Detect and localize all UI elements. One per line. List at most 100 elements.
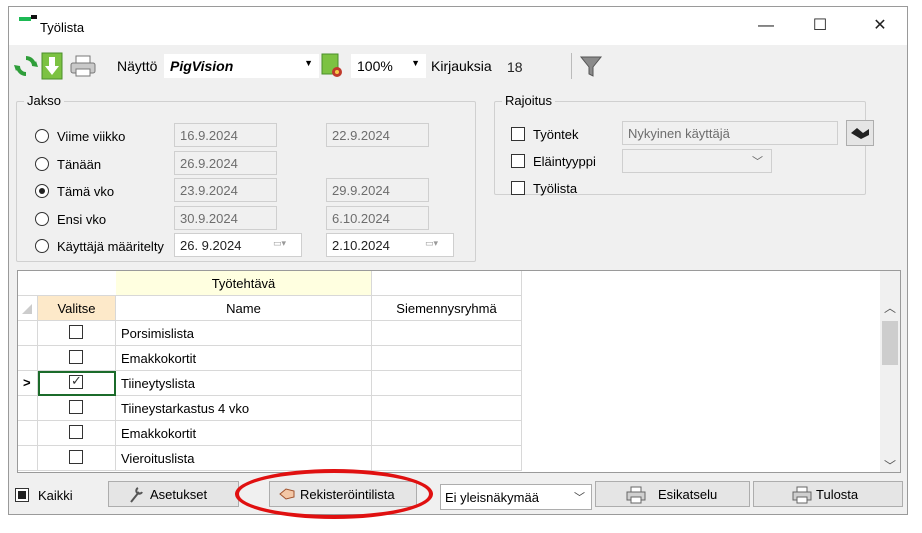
- filter-icon[interactable]: [579, 55, 603, 79]
- kaikki-checkbox[interactable]: [15, 488, 29, 502]
- nakyma-combobox[interactable]: Ei yleisnäkymää ﹀: [440, 484, 592, 510]
- viime-viikko-to: 22.9.2024: [326, 123, 429, 147]
- column-header-name[interactable]: Name: [116, 296, 372, 321]
- tama-vko-from: 23.9.2024: [174, 178, 277, 202]
- rajoitus-title: Rajoitus: [502, 93, 555, 108]
- siemennysryhma-cell[interactable]: [372, 396, 522, 421]
- close-button[interactable]: ✕: [869, 15, 891, 37]
- row-checkbox-checked[interactable]: [69, 373, 83, 389]
- row-checkbox[interactable]: [69, 325, 83, 339]
- group-header-tyotehtava: Työtehtävä: [116, 271, 372, 296]
- checkbox-indeterminate-mark: [18, 491, 26, 499]
- kaikki-label: Kaikki: [38, 488, 73, 503]
- refresh-icon[interactable]: [13, 53, 39, 79]
- jakso-title: Jakso: [24, 93, 64, 108]
- row-header: [18, 321, 38, 346]
- siemennysryhma-cell[interactable]: [372, 446, 522, 471]
- radio-viime-viikko[interactable]: Viime viikko: [35, 126, 175, 146]
- scroll-down-icon[interactable]: ﹀: [884, 457, 896, 472]
- chevron-down-icon: ▼: [304, 58, 313, 68]
- wrench-icon: [130, 487, 143, 503]
- radio-button[interactable]: [35, 239, 49, 253]
- radio-button[interactable]: [35, 157, 49, 171]
- radio-tanaan[interactable]: Tänään: [35, 154, 175, 174]
- calendar-icon[interactable]: ▭▾: [425, 238, 449, 252]
- column-header-valitse[interactable]: Valitse: [38, 296, 116, 321]
- rajoitus-group: Rajoitus Työntek Nykyinen käyttäjä Eläin…: [494, 93, 874, 196]
- row-checkbox[interactable]: [69, 425, 83, 439]
- valitse-cell[interactable]: [38, 446, 116, 471]
- name-cell[interactable]: Tiineystarkastus 4 vko: [116, 396, 372, 421]
- elaintyyppi-combobox[interactable]: ﹀: [622, 149, 772, 173]
- name-cell[interactable]: Emakkokortit: [116, 346, 372, 371]
- row-checkbox[interactable]: [69, 400, 83, 414]
- kirjauksia-label: Kirjauksia: [431, 58, 492, 74]
- kirjauksia-count: 18: [501, 54, 567, 80]
- elaintyyppi-checkbox[interactable]: [511, 154, 525, 168]
- vertical-scrollbar[interactable]: ︿ ﹀: [880, 271, 900, 472]
- task-grid[interactable]: Työtehtävä Valitse Name Siemennysryhmä P…: [17, 270, 901, 473]
- custom-to-date[interactable]: 2.10.2024 ▭▾: [326, 233, 454, 257]
- radio-button-checked[interactable]: [35, 184, 49, 198]
- valitse-cell[interactable]: [38, 396, 116, 421]
- siemennysryhma-cell[interactable]: [372, 321, 522, 346]
- nayto-combobox[interactable]: PigVision ▼: [164, 54, 319, 78]
- radio-button[interactable]: [35, 129, 49, 143]
- printer-icon: [792, 486, 812, 504]
- column-header-siemennysryhma[interactable]: Siemennysryhmä: [372, 296, 522, 321]
- tyontek-checkbox[interactable]: [511, 127, 525, 141]
- radio-ensi-vko[interactable]: Ensi vko: [35, 209, 175, 229]
- minimize-button[interactable]: —: [755, 15, 777, 37]
- maximize-button[interactable]: ☐: [809, 15, 831, 37]
- asetukset-button[interactable]: Asetukset: [108, 481, 239, 507]
- nayto-value: PigVision: [170, 58, 234, 74]
- tama-vko-to: 29.9.2024: [326, 178, 429, 202]
- nayto-label: Näyttö: [117, 58, 158, 74]
- siemennysryhma-cell[interactable]: [372, 371, 522, 396]
- group-header-blank: [372, 271, 522, 296]
- row-checkbox[interactable]: [69, 450, 83, 464]
- radio-tama-vko[interactable]: Tämä vko: [35, 181, 175, 201]
- radio-kayttaja-maaritelty[interactable]: Käyttäjä määritelty: [35, 236, 185, 256]
- calendar-icon[interactable]: ▭▾: [273, 238, 297, 252]
- printer-icon: [626, 486, 646, 504]
- tyolista-label: Työlista: [533, 181, 578, 196]
- highlight-ring-annotation: [235, 469, 433, 519]
- document-settings-icon[interactable]: [320, 53, 344, 79]
- name-cell[interactable]: Tiineytyslista: [116, 371, 372, 396]
- siemennysryhma-cell[interactable]: [372, 421, 522, 446]
- scrollbar-thumb[interactable]: [882, 321, 898, 365]
- name-cell[interactable]: Vieroituslista: [116, 446, 372, 471]
- elaintyyppi-label: Eläintyyppi: [533, 154, 596, 169]
- row-header: [18, 396, 38, 421]
- name-cell[interactable]: Emakkokortit: [116, 421, 372, 446]
- printer-icon[interactable]: [69, 54, 97, 78]
- valitse-cell-selected[interactable]: [38, 371, 116, 396]
- title-bar: Työlista — ☐ ✕: [9, 7, 907, 45]
- viime-viikko-from: 16.9.2024: [174, 123, 277, 147]
- tulosta-button[interactable]: Tulosta: [753, 481, 903, 507]
- tanaan-date: 26.9.2024: [174, 151, 277, 175]
- valitse-cell[interactable]: [38, 421, 116, 446]
- name-cell[interactable]: Porsimislista: [116, 321, 372, 346]
- chevron-down-icon: ▼: [411, 58, 420, 68]
- ensi-vko-from: 30.9.2024: [174, 206, 277, 230]
- jakso-group: Jakso Viime viikko 16.9.2024 22.9.2024 T…: [16, 93, 476, 262]
- esikatselu-button[interactable]: Esikatselu: [595, 481, 750, 507]
- custom-from-date[interactable]: 26. 9.2024 ▭▾: [174, 233, 302, 257]
- zoom-combobox[interactable]: 100% ▼: [351, 54, 426, 78]
- select-user-button[interactable]: [846, 120, 874, 146]
- valitse-cell[interactable]: [38, 321, 116, 346]
- radio-button[interactable]: [35, 212, 49, 226]
- row-header: [18, 446, 38, 471]
- toolbar-separator: [571, 53, 572, 79]
- download-icon[interactable]: [41, 52, 63, 80]
- row-checkbox[interactable]: [69, 350, 83, 364]
- ensi-vko-to: 6.10.2024: [326, 206, 429, 230]
- tyolista-checkbox[interactable]: [511, 181, 525, 195]
- siemennysryhma-cell[interactable]: [372, 346, 522, 371]
- row-header: [18, 421, 38, 446]
- valitse-cell[interactable]: [38, 346, 116, 371]
- scroll-up-icon[interactable]: ︿: [884, 299, 896, 316]
- handshake-icon: [851, 128, 869, 139]
